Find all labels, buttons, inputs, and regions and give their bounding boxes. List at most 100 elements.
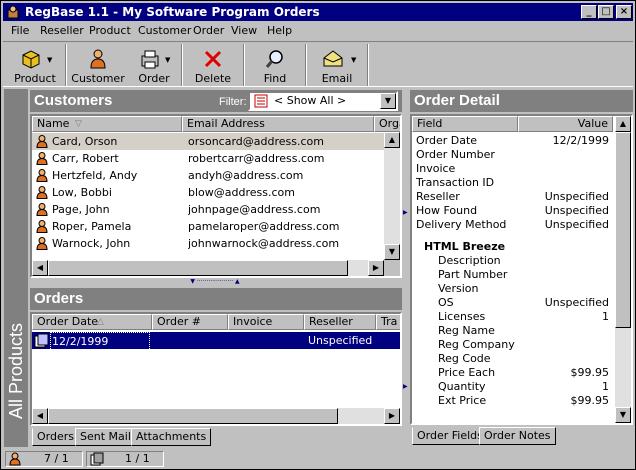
filter-dropdown[interactable]: < Show All > ▼	[248, 91, 398, 111]
tab-order-fields[interactable]: Order Fields	[412, 427, 488, 445]
product-name: HTML Breeze	[424, 240, 506, 253]
customer-icon	[36, 135, 48, 148]
column-header-order-number[interactable]: Order #	[152, 314, 228, 330]
orders-hscrollbar[interactable]: ◀ ▶	[32, 408, 400, 424]
scroll-right-button[interactable]: ▶	[368, 260, 384, 276]
detail-row[interactable]: Ext Price $99.95	[416, 394, 627, 408]
detail-row[interactable]: Reg Name	[416, 324, 627, 338]
minimize-button[interactable]: _	[581, 5, 597, 19]
detail-row[interactable]: Version	[416, 282, 627, 296]
customers-hscrollbar[interactable]: ◀ ▶	[32, 260, 384, 276]
scroll-down-button[interactable]: ▼	[384, 244, 400, 260]
detail-row[interactable]: Order Date 12/2/1999	[416, 134, 627, 148]
column-header-invoice[interactable]: Invoice	[228, 314, 304, 330]
tab-order-notes[interactable]: Order Notes	[479, 427, 556, 445]
splitter-handle[interactable]: ▼ ··················· ▲	[156, 279, 274, 285]
column-header-email[interactable]: Email Address	[182, 116, 374, 132]
close-button[interactable]: ×	[616, 5, 632, 19]
toolbar-separator	[367, 44, 369, 86]
detail-row[interactable]: How Found Unspecified	[416, 204, 627, 218]
app-window: RegBase 1.1 - My Software Program Orders…	[0, 0, 636, 470]
order-button-label: Order	[138, 72, 170, 85]
status-customers: 7 / 1	[5, 451, 83, 467]
maximize-button[interactable]: □	[598, 5, 614, 19]
customer-icon	[36, 152, 48, 165]
detail-row[interactable]: Price Each $99.95	[416, 366, 627, 380]
toolbar-separator	[181, 44, 183, 86]
order-detail-grid[interactable]: Field Value Order Date 12/2/1999 Order Num…	[410, 114, 633, 425]
detail-row[interactable]: OS Unspecified	[416, 296, 627, 310]
panel-splitter[interactable]: ▶ ▶	[403, 89, 409, 447]
detail-row[interactable]: Order Number	[416, 148, 627, 162]
tab-sent-mail[interactable]: Sent Mail	[75, 428, 136, 446]
detail-row[interactable]: Quantity 1	[416, 380, 627, 394]
orders-list[interactable]: Order Date △ Order # Invoice Reseller Tr…	[30, 312, 402, 426]
column-header-field[interactable]: Field	[412, 116, 518, 132]
menu-order[interactable]: Order	[193, 24, 224, 37]
title-bar[interactable]: RegBase 1.1 - My Software Program Orders…	[3, 3, 633, 21]
detail-row[interactable]: Invoice	[416, 162, 627, 176]
detail-row[interactable]: Reseller Unspecified	[416, 190, 627, 204]
customer-name-cell: Carr, Robert	[52, 152, 119, 165]
scroll-up-button[interactable]: ▲	[384, 132, 400, 148]
detail-row[interactable]: Delivery Method Unspecified	[416, 218, 627, 232]
find-button[interactable]: Find	[247, 44, 303, 86]
customer-row[interactable]: Roper, Pamela pamelaroper@address.com	[32, 218, 384, 235]
customer-row[interactable]: Carr, Robert robertcarr@address.com	[32, 150, 384, 167]
tab-attachments[interactable]: Attachments	[131, 428, 212, 446]
customer-row[interactable]: Warnock, John johnwarnock@address.com	[32, 235, 384, 252]
detail-vscrollbar[interactable]: ▲ ▼	[615, 116, 631, 423]
tab-orders[interactable]: Orders	[32, 428, 79, 446]
detail-row[interactable]: Description	[416, 254, 627, 268]
column-header-value[interactable]: Value	[518, 116, 613, 132]
product-sidebar[interactable]: All Products	[4, 89, 28, 447]
column-header-reseller[interactable]: Reseller	[304, 314, 376, 330]
detail-field-value: Unspecified	[544, 218, 609, 231]
customers-list[interactable]: Name ▽ Email Address Orga Card, Orson ors…	[30, 114, 402, 278]
column-header-organization[interactable]: Orga	[374, 116, 400, 132]
order-reseller-cell: Unspecified	[308, 334, 373, 347]
order-document-icon	[34, 333, 49, 348]
scroll-right-button[interactable]: ▶	[384, 408, 400, 424]
filter-list-icon	[254, 94, 268, 108]
customer-row[interactable]: Low, Bobbi blow@address.com	[32, 184, 384, 201]
dropdown-arrow-icon[interactable]: ▼	[380, 93, 396, 109]
menu-reseller[interactable]: Reseller	[40, 24, 84, 37]
detail-field-label: Reseller	[416, 190, 460, 203]
scroll-left-button[interactable]: ◀	[32, 260, 48, 276]
column-header-tra[interactable]: Tra	[376, 314, 400, 330]
menu-product[interactable]: Product	[89, 24, 131, 37]
scroll-down-button[interactable]: ▼	[615, 407, 631, 423]
column-header-name[interactable]: Name ▽	[32, 116, 182, 132]
scroll-left-button[interactable]: ◀	[32, 408, 48, 424]
status-customers-count: 7 / 1	[44, 452, 69, 465]
status-orders: 1 / 1	[86, 451, 164, 467]
detail-row[interactable]: Reg Company	[416, 338, 627, 352]
menu-help[interactable]: Help	[267, 24, 292, 37]
product-name-heading: HTML Breeze	[416, 240, 627, 254]
detail-field-value: 1	[602, 310, 609, 323]
delete-button[interactable]: Delete	[185, 44, 241, 86]
email-button[interactable]: ▼ Email	[309, 44, 365, 86]
menu-customer[interactable]: Customer	[138, 24, 191, 37]
scroll-up-button[interactable]: ▲	[615, 116, 631, 132]
menu-file[interactable]: File	[11, 24, 29, 37]
customer-row[interactable]: Hertzfeld, Andy andyh@address.com	[32, 167, 384, 184]
detail-row[interactable]: Reg Code	[416, 352, 627, 366]
order-row[interactable]: 12/2/1999 Unspecified	[32, 332, 400, 351]
detail-row[interactable]: Part Number	[416, 268, 627, 282]
customer-button[interactable]: Customer	[69, 44, 127, 86]
scroll-thumb[interactable]	[48, 260, 348, 276]
detail-field-label: OS	[438, 296, 454, 309]
detail-row[interactable]: Transaction ID	[416, 176, 627, 190]
customers-vscrollbar[interactable]: ▲ ▼	[384, 132, 400, 260]
menu-view[interactable]: View	[231, 24, 257, 37]
scroll-thumb[interactable]	[48, 408, 338, 424]
order-button[interactable]: ▼ Order	[129, 44, 179, 86]
customer-row[interactable]: Page, John johnpage@address.com	[32, 201, 384, 218]
column-header-order-date[interactable]: Order Date △	[32, 314, 152, 330]
detail-row[interactable]: Licenses 1	[416, 310, 627, 324]
status-bar: 7 / 1 1 / 1	[3, 449, 633, 469]
customer-row[interactable]: Card, Orson orsoncard@address.com	[32, 133, 384, 150]
scroll-thumb[interactable]	[615, 132, 631, 328]
